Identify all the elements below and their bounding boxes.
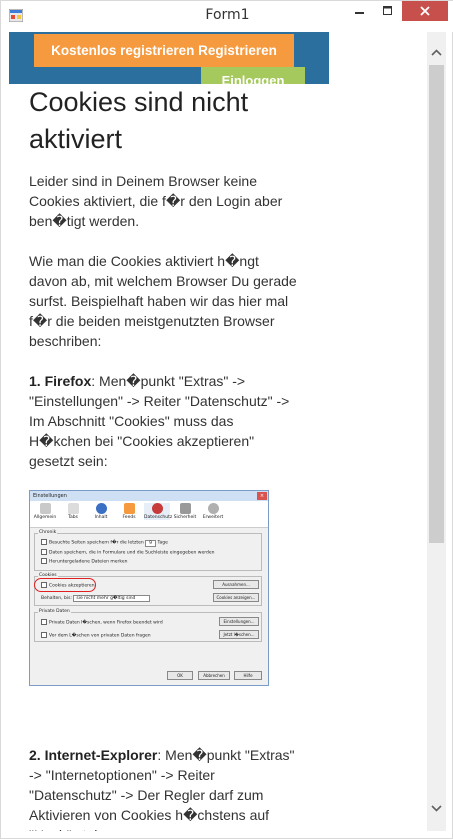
screenshot-tab: Datenschutz [144, 503, 172, 520]
title-bar[interactable]: Form1 [1, 1, 453, 32]
advanced-gear-icon [207, 503, 219, 514]
ie-heading: 2. Internet-Explorer [29, 747, 158, 763]
screenshot-titlebar: Einstellungen × [30, 491, 268, 501]
chronik-group: Chronik Besuchte Seiten speichern f�r di… [34, 530, 262, 571]
firefox-heading: 1. Firefox [29, 373, 92, 389]
screenshot-tab: Tabs [60, 503, 86, 520]
header-banner: Kostenlos registrieren Registrieren Einl… [9, 32, 329, 84]
minimize-icon [355, 12, 364, 14]
screenshot-cancel: Abbrechen [198, 671, 230, 680]
feeds-icon [123, 503, 135, 514]
login-button[interactable]: Einloggen [201, 67, 305, 84]
maximize-button[interactable] [374, 1, 402, 21]
paragraph-ie: 2. Internet-Explorer: Men�punkt "Extras"… [29, 745, 299, 831]
paragraph-intro: Leider sind in Deinem Browser keine Cook… [29, 173, 283, 229]
screenshot-ok: OK [167, 671, 193, 680]
scroll-down-button[interactable] [427, 798, 446, 818]
maximize-icon [383, 6, 392, 15]
paragraph-firefox: 1. Firefox: Men�punkt "Extras" -> "Einst… [29, 371, 299, 471]
scroll-up-arrow-icon [431, 48, 442, 56]
screenshot-tab: Allgemein [32, 503, 58, 520]
content-icon [95, 503, 107, 514]
screenshot-close-icon: × [257, 492, 267, 500]
screenshot-title: Einstellungen [33, 493, 67, 499]
scrollbar-thumb[interactable] [429, 65, 444, 543]
tabs-icon [67, 503, 79, 514]
page-title: Cookies sind nicht aktiviert [29, 87, 249, 154]
paragraph-explanation: Wie man die Cookies aktiviert h�ngt davo… [29, 253, 297, 349]
vertical-scrollbar[interactable] [427, 32, 446, 831]
screenshot-tab: Feeds [116, 503, 142, 520]
form1-window: Form1 Kostenlos registrieren Registriere… [0, 0, 453, 839]
screenshot-tab: Erweitert [200, 503, 226, 520]
close-icon [420, 6, 430, 16]
close-button[interactable] [402, 1, 448, 21]
register-button[interactable]: Kostenlos registrieren Registrieren [34, 34, 294, 67]
screenshot-tabs: Allgemein Tabs Inhalt Feeds Datenschutz … [30, 501, 268, 528]
general-icon [39, 503, 51, 514]
security-icon [179, 503, 191, 514]
cookies-highlight-circle [34, 578, 96, 592]
screenshot-tab: Sicherheit [172, 503, 198, 520]
screenshot-help: Hilfe [234, 671, 262, 680]
privacy-icon [151, 503, 163, 514]
scroll-down-arrow-icon [431, 804, 442, 812]
scroll-up-button[interactable] [427, 42, 446, 62]
private-data-group: Private Daten Private Daten l�schen, wen… [34, 609, 262, 642]
firefox-settings-screenshot: Einstellungen × Allgemein Tabs Inhalt Fe… [29, 490, 269, 686]
screenshot-tab: Inhalt [88, 503, 114, 520]
web-content: Kostenlos registrieren Registrieren Einl… [9, 32, 426, 831]
minimize-button[interactable] [346, 1, 374, 21]
